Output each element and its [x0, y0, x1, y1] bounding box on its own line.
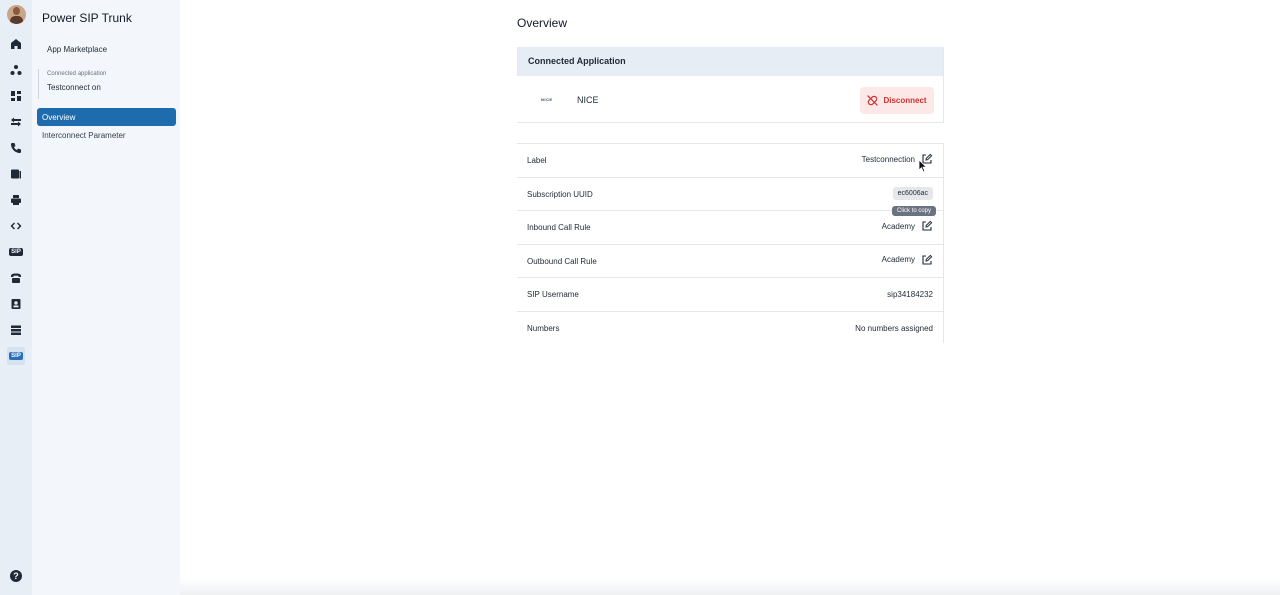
numbers-field-name: Numbers: [527, 323, 560, 333]
mouse-cursor-icon: [918, 159, 928, 173]
detail-row-subscription-uuid: Subscription UUID ec6006ac Click to copy: [517, 178, 943, 216]
transfer-icon[interactable]: [7, 113, 25, 131]
page-title: Overview: [517, 16, 568, 30]
sip-trunk-icon-label: SIP: [9, 352, 23, 360]
detail-row-numbers: Numbers No numbers assigned: [517, 312, 943, 346]
connected-application-card: Connected Application NICE NICE Disconne…: [517, 47, 944, 123]
detail-row-label: Label Testconnection: [517, 144, 943, 178]
secondary-sidebar: Power SIP Trunk App Marketplace Connecte…: [32, 0, 180, 595]
desk-phone-icon[interactable]: [7, 269, 25, 287]
inbound-field-value-wrap: Academy: [882, 220, 933, 232]
details-card: Label Testconnection Subscription UUID e…: [517, 143, 944, 343]
inbound-field-value: Academy: [881, 221, 915, 231]
uuid-copy-chip[interactable]: ec6006ac: [892, 186, 933, 200]
uuid-field-value-wrap: ec6006ac: [892, 186, 933, 200]
connected-application-selector[interactable]: Connected application Testconnect on: [38, 69, 176, 99]
org-chart-icon[interactable]: [7, 61, 25, 79]
user-avatar[interactable]: [7, 5, 26, 24]
dashboard-icon[interactable]: [7, 87, 25, 105]
sip-trunk-icon[interactable]: SIP: [7, 347, 25, 365]
copy-tooltip: Click to copy: [891, 205, 936, 216]
inbound-field-name: Inbound Call Rule: [527, 223, 591, 233]
nav-overview[interactable]: Overview: [37, 108, 176, 126]
contacts-icon[interactable]: [7, 295, 25, 313]
bottom-shadow: [180, 578, 1280, 595]
app-marketplace-link[interactable]: App Marketplace: [47, 45, 107, 54]
help-icon[interactable]: ?: [10, 570, 22, 582]
numbers-field-value: No numbers assigned: [855, 323, 933, 333]
book-icon[interactable]: [7, 165, 25, 183]
printer-icon[interactable]: [7, 191, 25, 209]
nav-interconnect-parameter[interactable]: Interconnect Parameter: [42, 131, 126, 140]
label-field-value: Testconnection: [861, 154, 915, 164]
list-icon[interactable]: [7, 321, 25, 339]
unlink-icon: [867, 95, 879, 106]
connected-application-value: Testconnect on: [47, 83, 101, 92]
sip-icon-label: SIP: [9, 248, 23, 256]
outbound-field-name: Outbound Call Rule: [527, 256, 597, 266]
nice-logo: NICE: [541, 97, 553, 102]
sip-username-field-value: sip34184232: [887, 290, 933, 300]
connected-app-name: NICE: [577, 95, 599, 105]
detail-row-inbound-call-rule: Inbound Call Rule Academy: [517, 211, 943, 245]
phone-icon[interactable]: [7, 139, 25, 157]
sip-icon[interactable]: SIP: [7, 243, 25, 261]
uuid-field-name: Subscription UUID: [527, 189, 593, 199]
edit-outbound-icon[interactable]: [921, 254, 933, 266]
icon-rail: SIP SIP ?: [0, 0, 32, 595]
connected-application-caption: Connected application: [47, 71, 107, 77]
connected-application-row: NICE NICE Disconnect: [517, 76, 943, 123]
code-icon[interactable]: [7, 217, 25, 235]
detail-row-sip-username: SIP Username sip34184232: [517, 278, 943, 312]
app-title: Power SIP Trunk: [42, 11, 132, 25]
disconnect-button[interactable]: Disconnect: [860, 87, 934, 114]
sip-username-field-name: SIP Username: [527, 290, 579, 300]
outbound-field-value-wrap: Academy: [882, 254, 933, 266]
home-icon[interactable]: [7, 35, 25, 53]
disconnect-label: Disconnect: [883, 96, 927, 105]
label-field-name: Label: [527, 156, 547, 165]
outbound-field-value: Academy: [881, 255, 915, 265]
connected-application-header: Connected Application: [517, 47, 943, 76]
edit-inbound-icon[interactable]: [921, 220, 933, 232]
detail-row-outbound-call-rule: Outbound Call Rule Academy: [517, 245, 943, 279]
